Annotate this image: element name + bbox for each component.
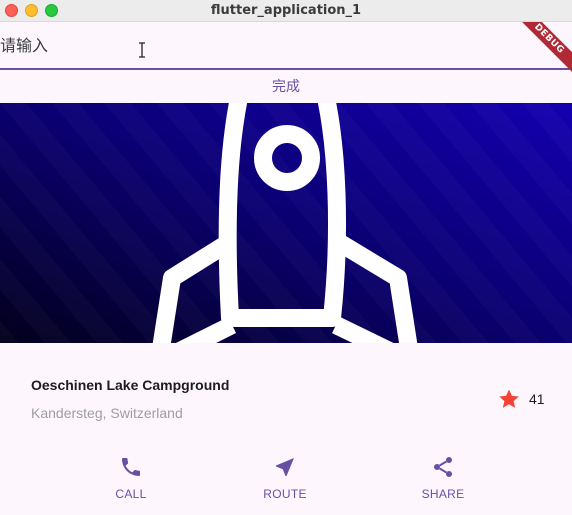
call-label: CALL <box>115 487 147 501</box>
debug-banner: DEBUG <box>520 22 572 74</box>
hero-image <box>0 103 572 343</box>
text-cursor-icon <box>139 42 145 58</box>
route-label: ROUTE <box>263 487 307 501</box>
navigation-icon <box>276 458 294 476</box>
call-button[interactable]: CALL <box>91 455 171 505</box>
done-button[interactable]: 完成 <box>0 72 572 103</box>
place-title: Oeschinen Lake Campground <box>31 377 230 393</box>
text-input[interactable] <box>0 22 520 68</box>
share-label: SHARE <box>421 487 465 501</box>
window-title: flutter_application_1 <box>210 3 362 18</box>
window-titlebar: flutter_application_1 <box>0 0 572 22</box>
phone-icon <box>122 458 140 476</box>
share-icon <box>434 457 452 477</box>
done-row: 完成 <box>0 72 572 103</box>
text-input-row <box>0 22 572 70</box>
share-button[interactable]: SHARE <box>403 455 483 505</box>
debug-banner-label: DEBUG <box>520 22 572 74</box>
action-bar: CALL ROUTE SHARE <box>0 443 572 515</box>
star-icon[interactable] <box>497 387 521 411</box>
place-info: Oeschinen Lake Campground Kandersteg, Sw… <box>0 343 572 443</box>
route-button[interactable]: ROUTE <box>245 455 325 505</box>
rocket-icon <box>0 103 572 343</box>
place-location: Kandersteg, Switzerland <box>31 405 183 421</box>
rating-count: 41 <box>529 391 545 407</box>
